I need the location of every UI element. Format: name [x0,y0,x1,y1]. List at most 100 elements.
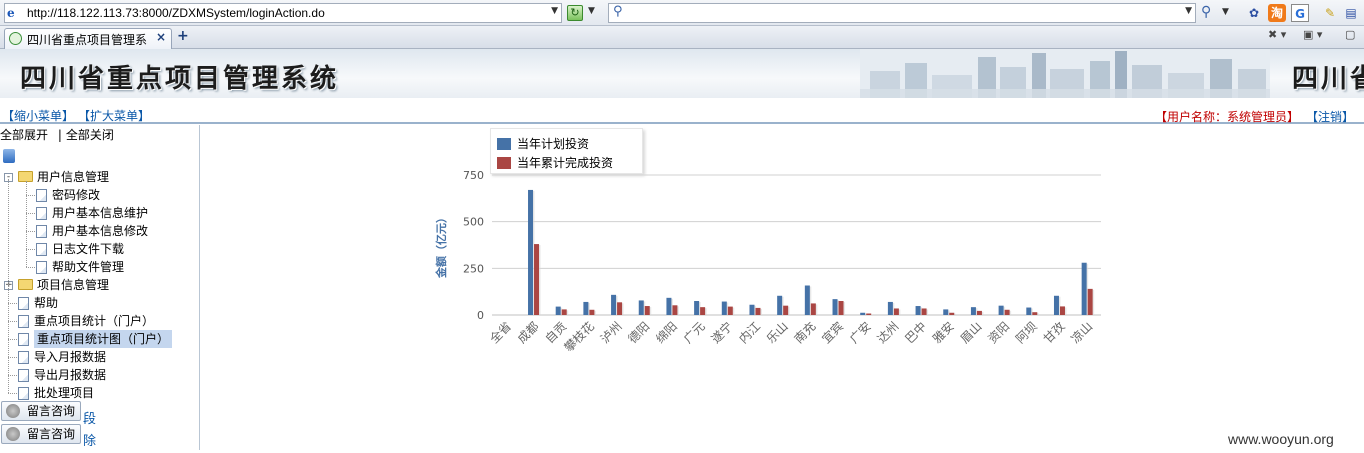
bar-complete [922,308,927,315]
tab-active[interactable]: 四川省重点项目管理系 × [4,28,172,49]
bar-plan [666,298,671,315]
bar-complete [672,305,677,315]
left-tree-menu: 全部展开 |全部关闭 -用户信息管理密码修改用户基本信息维护用户基本信息修改日志… [0,125,200,450]
bar-plan [611,295,616,315]
document-icon [18,387,29,400]
bar-plan [805,286,810,315]
watermark-text: www.wooyun.org [1228,431,1334,447]
new-tab-icon[interactable]: + [177,28,189,44]
tree-item[interactable]: 用户基本信息维护 [52,204,148,222]
bar-plan [694,301,699,315]
bar-complete [1060,306,1065,315]
tree-item[interactable]: 用户信息管理 [37,168,109,186]
collapse-all-link[interactable]: 全部关闭 [66,128,114,142]
search-input[interactable]: ⚲ ▼ [608,3,1196,23]
bar-complete [839,301,844,315]
x-tick-label: 达州 [875,319,902,346]
x-tick-label: 内江 [736,319,763,346]
tree-item-tail[interactable]: 除 [83,430,96,449]
bar-plan [1026,308,1031,315]
tab-scroll-icon[interactable]: ▢ [1345,28,1355,41]
highlight-icon[interactable]: ✎ [1321,4,1339,22]
tab-close-all-icon[interactable]: ✖ ▾ [1268,28,1286,41]
document-icon [36,261,47,274]
bar-plan [971,307,976,315]
tree-item[interactable]: 日志文件下载 [52,240,124,258]
logout-link[interactable]: 【注销】 [1306,108,1354,125]
bar-plan [1082,263,1087,315]
menu-icon[interactable]: ▤ [1342,4,1360,22]
bar-complete [811,303,816,315]
legend-item-plan[interactable]: 当年计划投资 [497,135,589,152]
document-icon [18,333,29,346]
bar-plan [556,307,561,315]
bar-chart-svg: 0250500750金额（亿元）全省成都自贡攀枝花泸州德阳绵阳广元遂宁内江乐山南… [200,125,1364,450]
bar-complete [728,307,733,315]
x-tick-label: 攀枝花 [561,319,597,355]
legend-item-complete[interactable]: 当年累计完成投资 [497,154,613,171]
site-title: 四川省重点项目管理系统 [20,58,339,95]
tree-item[interactable]: 导入月报数据 [34,348,106,366]
x-tick-label: 成都 [515,319,542,346]
search-dropdown-icon[interactable]: ▼ [1185,6,1192,16]
tree-item[interactable]: 批处理项目 [34,384,94,402]
bar-plan [639,300,644,315]
refresh-icon[interactable]: ↻ [567,5,583,21]
tree-item[interactable]: 帮助文件管理 [52,258,124,276]
tree-controls-separator: | [58,128,62,142]
tree-item[interactable]: 导出月报数据 [34,366,106,384]
tree-connector [26,231,35,232]
y-tick-label: 500 [463,216,484,229]
x-tick-label: 南充 [791,319,819,347]
tree-item[interactable]: 用户基本信息修改 [52,222,148,240]
taobao-icon[interactable]: 淘 [1268,4,1286,22]
bar-complete [617,302,622,315]
expand-menu-link[interactable]: 【扩大菜单】 [78,107,150,124]
tree-item[interactable]: 密码修改 [52,186,100,204]
tree-item[interactable]: 帮助 [34,294,58,312]
site-title-repeat: 四川省 [1292,58,1364,95]
document-icon [18,315,29,328]
legend-label-complete: 当年累计完成投资 [517,156,613,170]
bar-complete [977,311,982,315]
tree-connector [26,195,35,196]
tree-item[interactable]: 项目信息管理 [37,276,109,294]
x-tick-label: 眉山 [958,319,985,346]
ie-page-icon: e [7,6,21,20]
paw-icon[interactable]: ✿ [1245,4,1263,22]
google-icon[interactable]: G [1291,4,1309,22]
legend-label-plan: 当年计划投资 [517,137,589,151]
expand-all-link[interactable]: 全部展开 [0,128,48,142]
x-tick-label: 资阳 [985,319,1012,346]
url-text[interactable]: http://118.122.113.73:8000/ZDXMSystem/lo… [27,6,325,20]
x-tick-label: 遂宁 [708,319,736,347]
refresh-dropdown-icon[interactable]: ▼ [588,6,595,16]
x-tick-label: 雅安 [929,319,957,347]
bar-complete [1005,310,1010,315]
address-field[interactable]: e http://118.122.113.73:8000/ZDXMSystem/… [4,3,562,23]
y-tick-label: 0 [477,309,484,322]
message-consult-button[interactable]: 留言咨询 [1,424,81,444]
tree-connector [8,339,17,340]
tab-window-icon[interactable]: ▣ ▾ [1303,28,1322,41]
message-consult-button[interactable]: 留言咨询 [1,401,81,421]
message-consult-label: 留言咨询 [27,425,75,443]
tree-connector [26,267,35,268]
bar-plan [722,302,727,315]
tree-connector [8,375,17,376]
bar-plan [1054,296,1059,315]
tab-close-icon[interactable]: × [156,30,166,44]
tab-favicon-icon [9,32,22,45]
search-icon: ⚲ [613,4,623,19]
bar-complete [866,314,871,315]
document-icon [36,243,47,256]
bar-complete [700,307,705,315]
tree-item-tail[interactable]: 段 [83,408,96,427]
tree-item[interactable]: 重点项目统计图（门户） [34,330,172,348]
bar-plan [888,302,893,315]
address-dropdown-icon[interactable]: ▼ [551,6,558,16]
search-go-icon[interactable]: ⚲ [1201,4,1211,20]
search-engine-dropdown-icon[interactable]: ▼ [1222,7,1229,17]
tree-item[interactable]: 重点项目统计（门户） [34,312,154,330]
shrink-menu-link[interactable]: 【缩小菜单】 [2,107,74,124]
